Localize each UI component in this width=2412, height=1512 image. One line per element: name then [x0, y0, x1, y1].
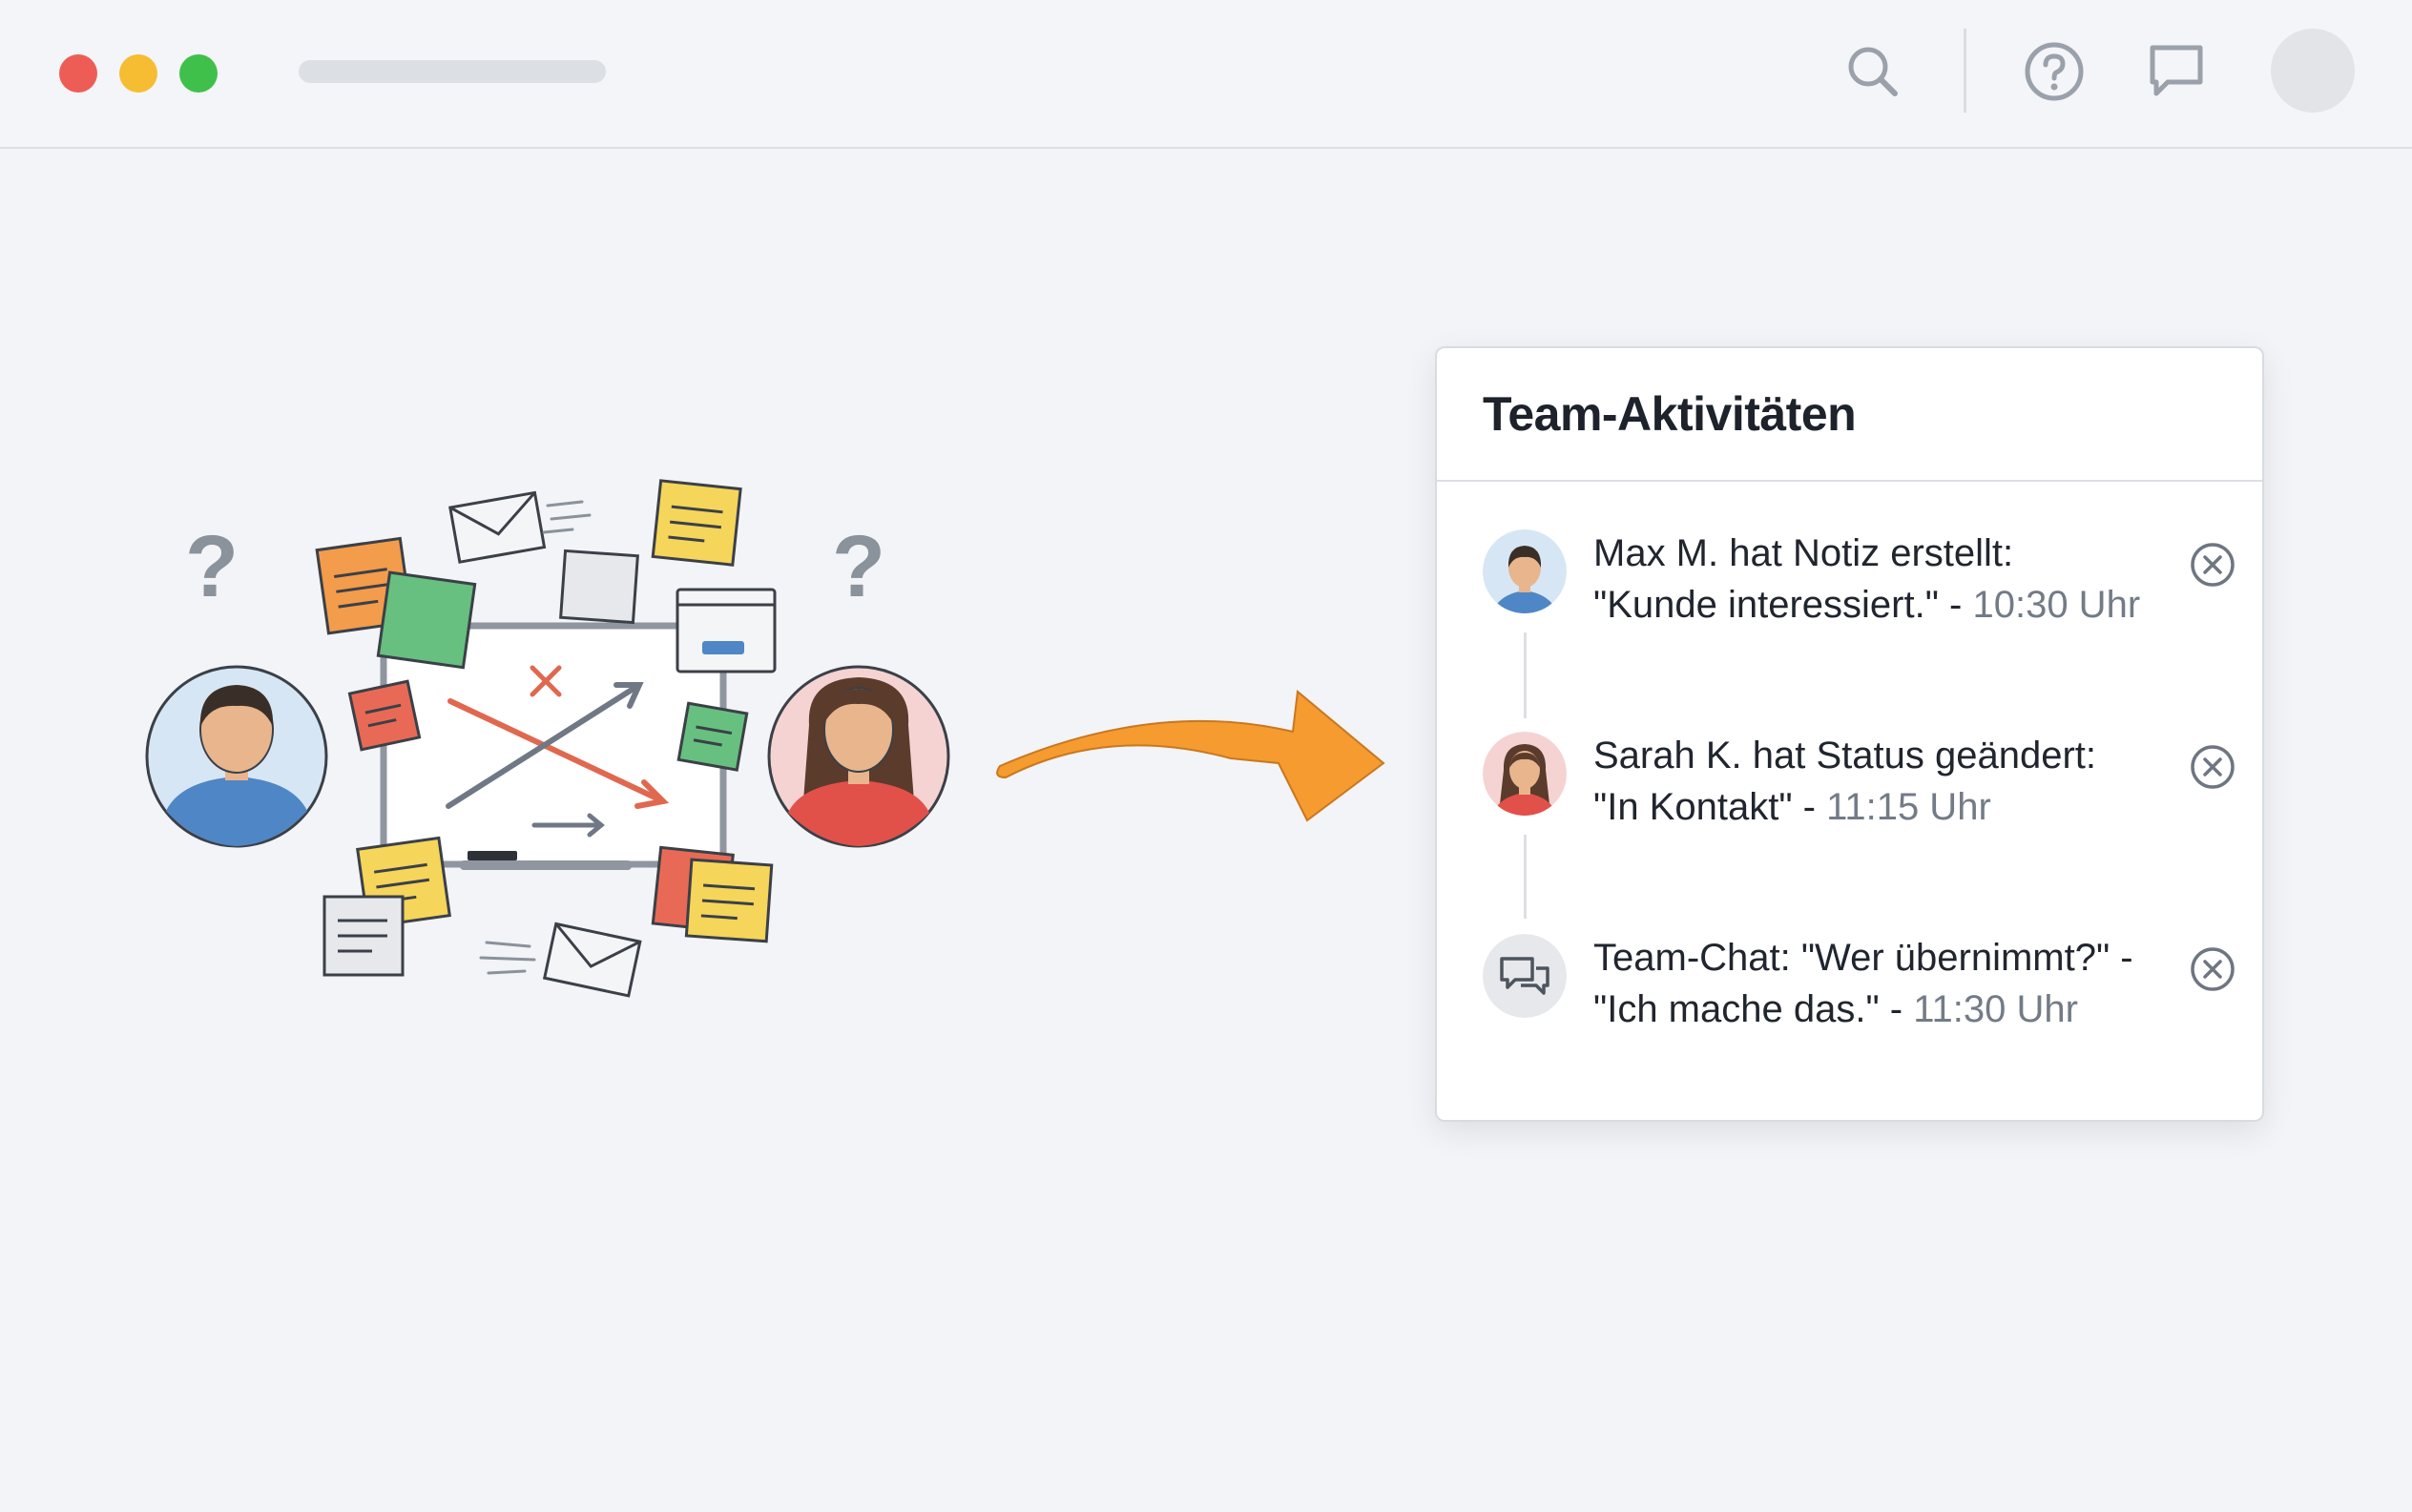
question-mark-left: ?: [185, 518, 239, 615]
activity-item[interactable]: Team-Chat: "Wer übernimmt?" - "Ich mache…: [1483, 934, 2236, 1048]
activity-line-1: Max M. hat Notiz erstellt:: [1593, 532, 2014, 574]
panel-header: Team-Aktivitäten: [1437, 348, 2262, 482]
man-avatar-icon: [145, 665, 328, 848]
timeline-connector: [1524, 835, 1527, 919]
activity-line-2: "In Kontakt" -: [1593, 786, 1827, 828]
activity-line-1: Sarah K. hat Status geändert:: [1593, 735, 2097, 777]
dismiss-icon[interactable]: [2189, 743, 2236, 791]
question-mark-right: ?: [832, 518, 885, 615]
activity-time: 10:30 Uhr: [1972, 584, 2141, 626]
close-window-button[interactable]: [59, 54, 97, 93]
woman-avatar-icon: [1483, 732, 1567, 816]
browser-window-icon: [676, 588, 777, 673]
minimize-window-button[interactable]: [119, 54, 157, 93]
window-titlebar: [0, 0, 2412, 149]
activity-text: Sarah K. hat Status geändert: "In Kontak…: [1593, 730, 2166, 833]
help-icon[interactable]: [2021, 38, 2088, 105]
dismiss-icon[interactable]: [2189, 541, 2236, 589]
man-avatar-icon: [1483, 529, 1567, 613]
transition-arrow-icon: [992, 673, 1393, 835]
panel-title: Team-Aktivitäten: [1483, 387, 1857, 441]
activity-line-2: "Kunde interessiert." -: [1593, 584, 1973, 626]
chat-bubbles-icon: [1483, 934, 1567, 1018]
activity-item[interactable]: Max M. hat Notiz erstellt: "Kunde intere…: [1483, 529, 2236, 644]
activity-line-1: Team-Chat: "Wer übernimmt?" -: [1593, 937, 2133, 979]
activity-time: 11:15 Uhr: [1826, 786, 1991, 828]
activity-time: 11:30 Uhr: [1913, 988, 2078, 1030]
woman-avatar-icon: [767, 665, 950, 848]
team-activity-panel: Team-Aktivitäten Max M. hat Notiz erstel…: [1435, 346, 2264, 1122]
toolbar-separator: [1964, 29, 1966, 113]
chat-icon[interactable]: [2143, 38, 2210, 105]
timeline-connector: [1524, 632, 1527, 718]
chaotic-collaboration-illustration: ? ?: [134, 477, 973, 1011]
activity-text: Team-Chat: "Wer übernimmt?" - "Ich mache…: [1593, 932, 2166, 1035]
activity-item[interactable]: Sarah K. hat Status geändert: "In Kontak…: [1483, 732, 2236, 846]
maximize-window-button[interactable]: [179, 54, 218, 93]
activity-text: Max M. hat Notiz erstellt: "Kunde intere…: [1593, 528, 2166, 631]
activity-line-2: "Ich mache das." -: [1593, 988, 1914, 1030]
title-placeholder-bar: [299, 60, 606, 83]
user-avatar[interactable]: [2271, 29, 2355, 113]
search-icon[interactable]: [1840, 38, 1906, 105]
dismiss-icon[interactable]: [2189, 945, 2236, 993]
